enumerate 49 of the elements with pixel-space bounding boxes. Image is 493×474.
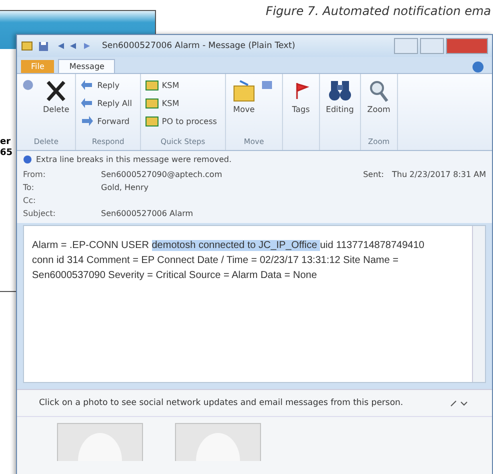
ribbon-command[interactable]: KSM <box>144 77 221 93</box>
info-icon <box>23 155 32 164</box>
field-label: To: <box>23 183 36 192</box>
folder-icon <box>144 115 159 127</box>
square-icon <box>260 79 274 91</box>
contact-silhouette[interactable] <box>57 423 143 461</box>
sent-date: Thu 2/23/2017 8:31 AM <box>392 170 486 179</box>
ribbon-button[interactable]: Delete <box>41 77 72 116</box>
minimize-button[interactable] <box>394 38 418 54</box>
subject-value: Sen6000527006 Alarm <box>101 209 194 218</box>
ribbon-button[interactable]: Editing <box>324 77 356 116</box>
cut-off-text: er <box>0 137 11 148</box>
ribbon-command[interactable]: Reply <box>80 77 136 93</box>
info-message: Extra line breaks in this message were removed. <box>36 155 232 164</box>
binoculars-icon <box>328 79 352 103</box>
circle-icon <box>21 79 35 91</box>
field-label: Cc: <box>23 196 37 205</box>
ribbon-tab[interactable]: Message <box>58 59 116 73</box>
field-label: Sent: <box>363 170 384 179</box>
message-body: Alarm = .EP-CONN USER demotosh connected to JC_IP_Office uid 1137714878749410 conn id 314 Comment = EP Connect Date / Time = 02/23/17 13:31:12 Site Name = Sen6000537090 Severity = Critical Source = Alarm Data = None <box>31 239 426 283</box>
save-icon[interactable] <box>38 40 49 52</box>
field-value: Sen6000527090@aptech.com <box>101 170 222 179</box>
window-title: Sen6000527006 Alarm - Message (Plain Text) <box>102 41 296 51</box>
ribbon-button[interactable]: Zoom <box>364 77 393 116</box>
ribbon-command[interactable]: Reply All <box>80 95 136 111</box>
maximize-button[interactable] <box>420 38 444 54</box>
people-pane-hint: Click on a photo to see social network updates and email messages from this person. <box>39 398 404 408</box>
ribbon-command[interactable]: PO to process <box>144 113 221 129</box>
reply-all-icon <box>80 97 94 109</box>
reply-icon <box>80 79 94 91</box>
ribbon-command[interactable]: Forward <box>80 113 136 129</box>
cut-off-text: 65 <box>0 148 13 159</box>
field-label: Subject: <box>23 209 57 218</box>
help-icon[interactable] <box>472 61 484 73</box>
mail-icon[interactable] <box>21 41 33 51</box>
field-value: Gold, Henry <box>101 183 149 192</box>
contact-silhouette[interactable] <box>175 423 261 461</box>
scroll-bar[interactable] <box>472 226 485 382</box>
ribbon-command[interactable]: KSM <box>144 95 221 111</box>
folder-icon <box>144 97 159 109</box>
close-button[interactable] <box>446 38 488 54</box>
expand-icon[interactable] <box>450 399 468 407</box>
folder-icon <box>144 79 159 91</box>
ribbon-button[interactable]: Move <box>230 77 258 116</box>
figure-caption: Figure 7. Automated notification ema <box>266 4 491 18</box>
forward-icon <box>80 115 94 127</box>
folder-icon <box>232 79 256 103</box>
ribbon-button[interactable]: Tags <box>286 77 315 116</box>
field-label: From: <box>23 170 47 179</box>
